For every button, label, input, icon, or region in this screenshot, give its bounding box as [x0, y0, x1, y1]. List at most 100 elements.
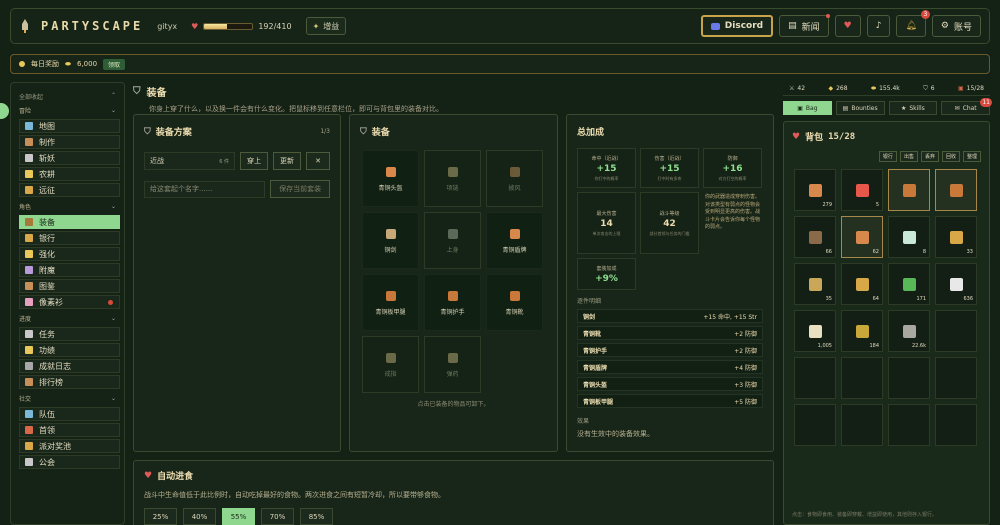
equipment-slot[interactable]: 戒指 [362, 336, 419, 393]
discord-button[interactable]: Discord [700, 15, 774, 37]
bag-item-slot[interactable] [888, 169, 930, 211]
sidebar-section-header[interactable]: 冒险 ⌄ [15, 103, 120, 117]
collapse-all-button[interactable]: 全部收起 [19, 92, 43, 101]
bag-empty-slot[interactable] [841, 404, 883, 446]
music-button[interactable]: ♪ [866, 15, 891, 37]
auto-eat-option[interactable]: 55% [222, 508, 255, 525]
bag-empty-slot[interactable] [888, 404, 930, 446]
loadout-save-row: 给这套起个名字...... 保存当前套装 [144, 180, 330, 198]
tab-bag[interactable]: ▣ Bag [783, 101, 832, 115]
bag-action-button[interactable]: 整理 [962, 151, 981, 162]
resource-value: 155.4k [879, 84, 900, 92]
preset-name[interactable]: 近战 6 件 [144, 152, 235, 170]
equipment-slot[interactable]: 铜剑 [362, 212, 419, 269]
auto-eat-option[interactable]: 70% [261, 508, 294, 525]
sidebar-item[interactable]: 斩妖 [19, 151, 120, 165]
chevron-up-icon[interactable]: ⌃ [111, 92, 116, 101]
bag-item-slot[interactable]: 33 [935, 216, 977, 258]
sidebar-item[interactable]: 成就日志 [19, 359, 120, 373]
bag-item-slot[interactable]: 66 [794, 216, 836, 258]
bag-empty-slot[interactable] [841, 357, 883, 399]
bag-item-slot[interactable]: 1,005 [794, 310, 836, 352]
bag-item-slot[interactable]: 279 [794, 169, 836, 211]
bag-empty-slot[interactable] [794, 404, 836, 446]
equipment-slot[interactable]: 青铜头盔 [362, 150, 419, 207]
sidebar-item[interactable]: 强化 [19, 247, 120, 261]
equipment-slot[interactable]: 青铜盾牌 [486, 212, 543, 269]
chevron-down-icon: ⌄ [110, 315, 116, 322]
bag-empty-slot[interactable] [794, 357, 836, 399]
sidebar-item[interactable]: 排行榜 [19, 375, 120, 389]
wear-button[interactable]: 穿上 [240, 152, 268, 170]
bag-empty-slot[interactable] [935, 310, 977, 352]
sidebar-item[interactable]: 附魔 [19, 263, 120, 277]
slot-placeholder-icon [447, 167, 458, 177]
update-button[interactable]: 更新 [273, 152, 301, 170]
bag-action-button[interactable]: 银行 [878, 151, 897, 162]
equipment-slot[interactable]: 披风 [486, 150, 543, 207]
buff-button[interactable]: ✦ 增益 [305, 17, 347, 35]
favorite-button[interactable]: ♥ [834, 15, 861, 37]
sidebar-item[interactable]: 任务 [19, 327, 120, 341]
equipment-slot[interactable]: 青铜护手 [424, 274, 481, 331]
bag-empty-slot[interactable] [888, 357, 930, 399]
bag-item-slot[interactable]: 636 [935, 263, 977, 305]
chevron-down-icon: ⌄ [110, 107, 116, 114]
sidebar-item[interactable]: 装备 [19, 215, 120, 229]
bag-action-button[interactable]: 出售 [899, 151, 918, 162]
equipment-slot[interactable]: 青铜板甲腿 [362, 274, 419, 331]
bag-item-slot[interactable]: 64 [841, 263, 883, 305]
sidebar-item[interactable]: 农耕 [19, 167, 120, 181]
bag-item-slot[interactable]: 184 [841, 310, 883, 352]
sidebar-item[interactable]: 首领 [19, 423, 120, 437]
sidebar-item[interactable]: 制作 [19, 135, 120, 149]
sidebar-item[interactable]: 公会 [19, 455, 120, 469]
sidebar-section-header[interactable]: 角色 ⌄ [15, 199, 120, 213]
sidebar-item[interactable]: 像素衫 [19, 295, 120, 309]
sidebar-section-title: 角色 [19, 204, 32, 211]
bag-empty-slot[interactable] [935, 357, 977, 399]
auto-eat-option[interactable]: 85% [300, 508, 333, 525]
account-button[interactable]: ⚙ 账号 [931, 15, 981, 37]
tab-skills[interactable]: ★ Skills [888, 101, 938, 115]
tab-chat[interactable]: ✉ Chat 11 [941, 98, 992, 115]
news-button[interactable]: ▤ 新闻 [779, 14, 830, 37]
tab-bounties[interactable]: ▤ Bounties [835, 101, 885, 115]
notifications-button[interactable]: 🔔︎ 3 [896, 10, 930, 37]
sidebar-item[interactable]: 地图 [19, 119, 120, 133]
stat-card: 战斗等级 42 部分首领与任务的门槛 [640, 192, 699, 254]
equipment-slot[interactable]: 青铜靴 [486, 274, 543, 331]
sidebar-item[interactable]: 队伍 [19, 407, 120, 421]
equipment-slot[interactable]: 上身 [424, 212, 481, 269]
auto-eat-option[interactable]: 40% [183, 508, 216, 525]
top-right-actions: Discord ▤ 新闻 ♥ ♪ 🔔︎ 3 ⚙ 账号 [700, 10, 981, 37]
bag-item-slot[interactable]: 62 [841, 216, 883, 258]
delete-preset-button[interactable]: ✕ [306, 152, 330, 170]
bag-item-slot[interactable]: 35 [794, 263, 836, 305]
sidebar-section-header[interactable]: 进度 ⌄ [15, 311, 120, 325]
bag-empty-slot[interactable] [935, 404, 977, 446]
auto-eat-option[interactable]: 25% [144, 508, 177, 525]
bonuses-title: 总加成 [577, 128, 605, 138]
breakdown-item-value: +15 命中, +15 Str [703, 313, 757, 321]
claim-button[interactable]: 领取 [103, 58, 126, 70]
bag-item-slot[interactable]: 5 [841, 169, 883, 211]
sidebar-item-label: 像素衫 [39, 297, 63, 307]
save-set-button[interactable]: 保存当前套装 [270, 180, 330, 198]
sidebar-item-icon [25, 266, 33, 274]
sidebar-item[interactable]: 图鉴 [19, 279, 120, 293]
sidebar-item[interactable]: 银行 [19, 231, 120, 245]
bag-item-slot[interactable] [935, 169, 977, 211]
bag-item-slot[interactable]: 22.6k [888, 310, 930, 352]
bag-action-button[interactable]: 丢弃 [920, 151, 939, 162]
equipment-slot[interactable]: 项链 [424, 150, 481, 207]
sidebar-item[interactable]: 派对奖池 [19, 439, 120, 453]
equipment-slot[interactable]: 弹药 [424, 336, 481, 393]
bag-item-slot[interactable]: 171 [888, 263, 930, 305]
bag-item-slot[interactable]: 8 [888, 216, 930, 258]
bag-action-button[interactable]: 回收 [941, 151, 960, 162]
preset-name-input[interactable]: 给这套起个名字...... [144, 180, 266, 198]
sidebar-section-header[interactable]: 社交 ⌄ [15, 391, 120, 405]
sidebar-item[interactable]: 远征 [19, 183, 120, 197]
sidebar-item[interactable]: 功绩 [19, 343, 120, 357]
